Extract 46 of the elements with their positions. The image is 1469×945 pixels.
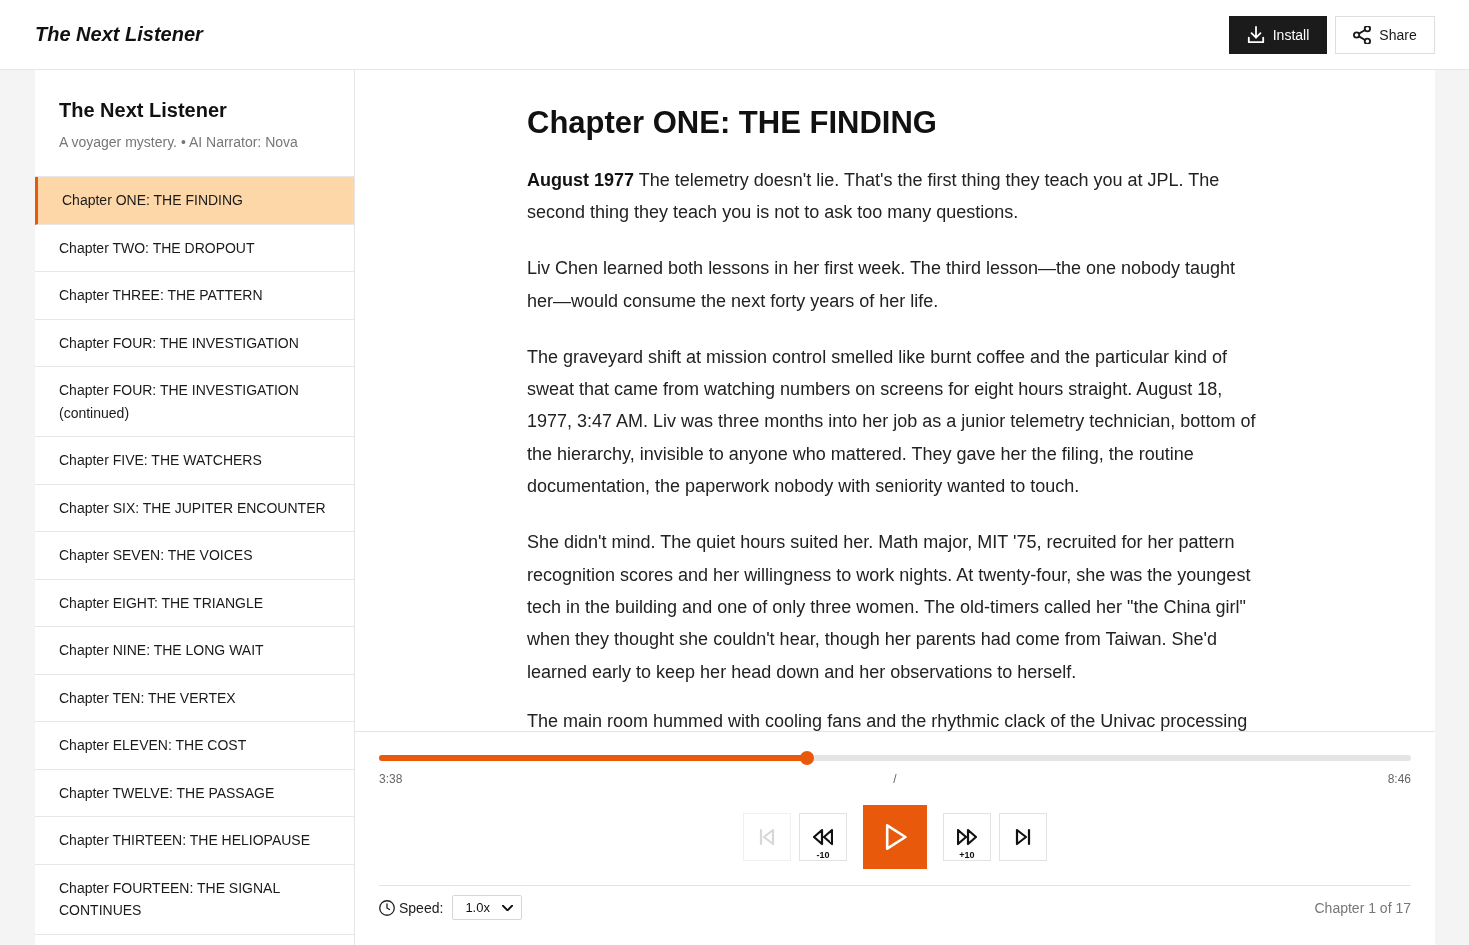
- clock-icon: [379, 899, 395, 916]
- chapter-item[interactable]: Chapter SIX: THE JUPITER ENCOUNTER: [35, 484, 354, 532]
- speed-select[interactable]: 1.0x: [452, 895, 523, 920]
- play-button[interactable]: [863, 805, 927, 869]
- time-separator: /: [893, 771, 897, 787]
- fast-forward-button[interactable]: +10: [943, 813, 991, 861]
- chapter-item[interactable]: Chapter SEVEN: THE VOICES: [35, 532, 354, 580]
- chevron-icon: [502, 904, 514, 911]
- skip-back-icon: [757, 827, 777, 847]
- progress-track[interactable]: [379, 755, 1411, 761]
- chapter-position: Chapter 1 of 17: [1314, 899, 1411, 916]
- chapter-item[interactable]: Chapter FOURTEEN: THE SIGNAL CONTINUES: [35, 864, 354, 935]
- body-paragraph: The graveyard shift at mission control smelled like burnt coffee and the particular kind of sweat that came from watching numbers on screens for eight hours straight. August 18, 1977, 3:47 AM. Liv was three months into her job as a junior telemetry technician, bottom of the hierarchy, invisible to anyone who mattered. They gave her the filing, the routine documentation, the paperwork nobody with seniority wanted to touch.: [527, 345, 1257, 499]
- download-icon: [1246, 25, 1265, 44]
- book-subtitle: A voyager mystery. • AI Narrator: Nova: [59, 133, 299, 152]
- chapter-heading: Chapter ONE: THE FINDING: [527, 104, 938, 142]
- chapter-item[interactable]: Chapter TWELVE: THE PASSAGE: [35, 769, 354, 817]
- chapter-item[interactable]: Chapter THREE: THE PATTERN: [35, 272, 354, 320]
- chapter-item[interactable]: Chapter FOUR: THE INVESTIGATION: [35, 319, 354, 367]
- install-button[interactable]: Install: [1229, 15, 1327, 54]
- book-title: The Next Listener: [59, 98, 228, 122]
- share-icon: [1353, 25, 1372, 44]
- progress-thumb[interactable]: [800, 751, 815, 765]
- body-paragraph: August 1977 The telemetry doesn't lie. That's the first thing they teach you at JPL. The second thing they teach you is not to ask too many questions.: [527, 169, 1221, 225]
- rewind-button[interactable]: -10: [799, 813, 847, 861]
- skip-forward-button[interactable]: [999, 813, 1047, 861]
- chapter-item[interactable]: Chapter ONE: THE FINDING: [35, 177, 354, 225]
- chapter-item[interactable]: Chapter EIGHT: THE TRIANGLE: [35, 579, 354, 627]
- body-paragraph: The main room hummed with cooling fans and the rhythmic clack of the Univac processing: [527, 709, 1249, 731]
- skip-forward-icon: [1013, 827, 1033, 847]
- share-button[interactable]: Share: [1335, 15, 1435, 54]
- body-paragraph: She didn't mind. The quiet hours suited her. Math major, MIT '75, recruited for her pattern recognition scores and her willingness to work nights. At twenty-four, she was the youngest tech in the building and one of only three women. The old-timers called her "the China girl" when they thought she couldn't hear, though her parents had come from Taiwan. She'd learned early to keep her head down and her observations to herself.: [527, 531, 1252, 684]
- elapsed-time: 3:38: [379, 771, 403, 787]
- chapter-item[interactable]: Chapter TEN: THE VERTEX: [35, 674, 354, 722]
- speed-label: Speed:: [399, 899, 444, 916]
- chapter-item[interactable]: Chapter FIVE: THE WATCHERS: [35, 437, 354, 485]
- app-title: The Next Listener: [35, 23, 203, 46]
- fast-forward-icon: [957, 827, 977, 847]
- chapter-item[interactable]: Chapter FOUR: THE INVESTIGATION (continued): [35, 367, 354, 437]
- chapter-item[interactable]: Chapter ELEVEN: THE COST: [35, 722, 354, 770]
- total-duration: 8:46: [1387, 771, 1411, 787]
- chapter-item[interactable]: Chapter TWO: THE DROPOUT: [35, 224, 354, 272]
- rewind-icon: [813, 827, 833, 847]
- body-paragraph: Liv Chen learned both lessons in her first week. The third lesson—the one nobody taught her—would consume the next forty years of her life.: [527, 257, 1237, 313]
- chapter-item[interactable]: Chapter NINE: THE LONG WAIT: [35, 627, 354, 675]
- chapter-item[interactable]: Chapter THIRTEEN: THE HELIOPAUSE: [35, 817, 354, 865]
